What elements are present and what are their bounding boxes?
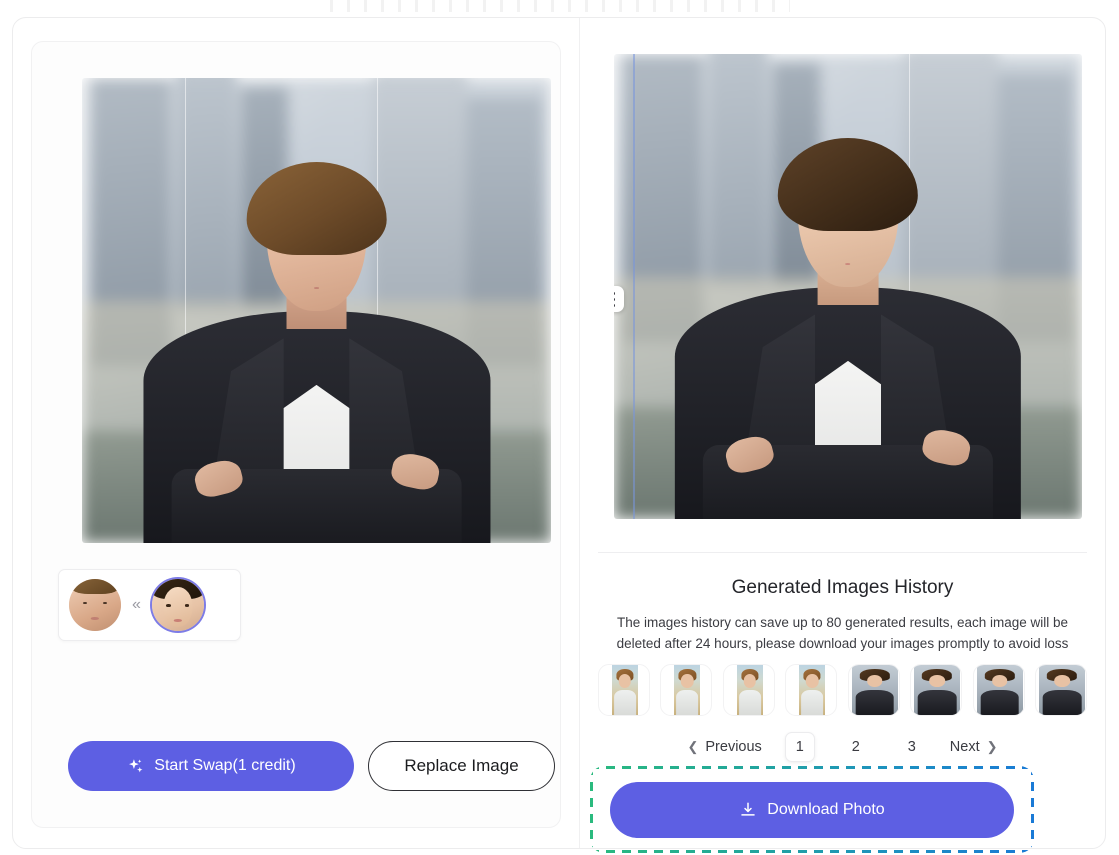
- start-swap-button[interactable]: Start Swap(1 credit): [68, 741, 354, 791]
- main-card: « Start Swap(1 credit) Replace Image Gen…: [12, 17, 1106, 853]
- source-subject: [82, 78, 551, 543]
- sparkle-icon: [126, 757, 145, 776]
- pagination-page-3[interactable]: 3: [897, 732, 927, 762]
- pagination-next-label: Next: [949, 739, 980, 755]
- face-chip-target[interactable]: [151, 579, 204, 631]
- history-thumbnail[interactable]: [1034, 664, 1087, 716]
- history-title: Generated Images History: [731, 577, 954, 598]
- history-thumbnail[interactable]: [660, 664, 713, 716]
- history-thumbnail[interactable]: [972, 664, 1025, 716]
- history-thumbnail[interactable]: [847, 664, 900, 716]
- top-dotted-strip: [330, 0, 790, 12]
- download-photo-label: Download Photo: [767, 800, 885, 818]
- source-photo: [82, 78, 551, 543]
- start-swap-label: Start Swap(1 credit): [154, 757, 296, 774]
- pagination-previous[interactable]: ❮ Previous: [677, 733, 771, 761]
- result-photo: [614, 54, 1082, 519]
- pagination-page-1[interactable]: 1: [784, 732, 815, 762]
- chevron-left-icon: ❮: [687, 739, 699, 754]
- source-image[interactable]: [82, 78, 551, 543]
- history-divider: [598, 552, 1087, 553]
- result-image[interactable]: [614, 54, 1082, 519]
- right-panel: Generated Images History The images hist…: [579, 18, 1105, 853]
- history-thumbnail[interactable]: [722, 664, 775, 716]
- more-options-icon[interactable]: [614, 286, 624, 312]
- history-thumbnail[interactable]: [910, 664, 963, 716]
- replace-image-button[interactable]: Replace Image: [368, 741, 555, 791]
- download-icon: [739, 801, 757, 819]
- source-card: « Start Swap(1 credit) Replace Image: [31, 41, 561, 828]
- pagination-next[interactable]: Next ❯: [940, 733, 1008, 761]
- download-region: Download Photo: [590, 766, 1034, 853]
- history-thumbnail-row: [598, 664, 1087, 716]
- pagination-previous-label: Previous: [705, 739, 762, 755]
- history-description: The images history can save up to 80 gen…: [616, 615, 1069, 651]
- chip-separator-icon: «: [132, 596, 141, 613]
- face-chip-row: «: [58, 569, 241, 641]
- result-subject: [614, 54, 1082, 519]
- chevron-right-icon: ❯: [986, 739, 998, 754]
- pagination: ❮ Previous 1 2 3 Next ❯: [580, 732, 1105, 762]
- left-panel: « Start Swap(1 credit) Replace Image: [13, 18, 579, 850]
- left-action-row: Start Swap(1 credit) Replace Image: [68, 741, 555, 791]
- pagination-page-2[interactable]: 2: [841, 732, 871, 762]
- download-photo-button[interactable]: Download Photo: [610, 781, 1014, 838]
- history-thumbnail[interactable]: [598, 664, 650, 716]
- history-thumbnail[interactable]: [785, 664, 838, 716]
- face-chip-source[interactable]: [69, 579, 121, 631]
